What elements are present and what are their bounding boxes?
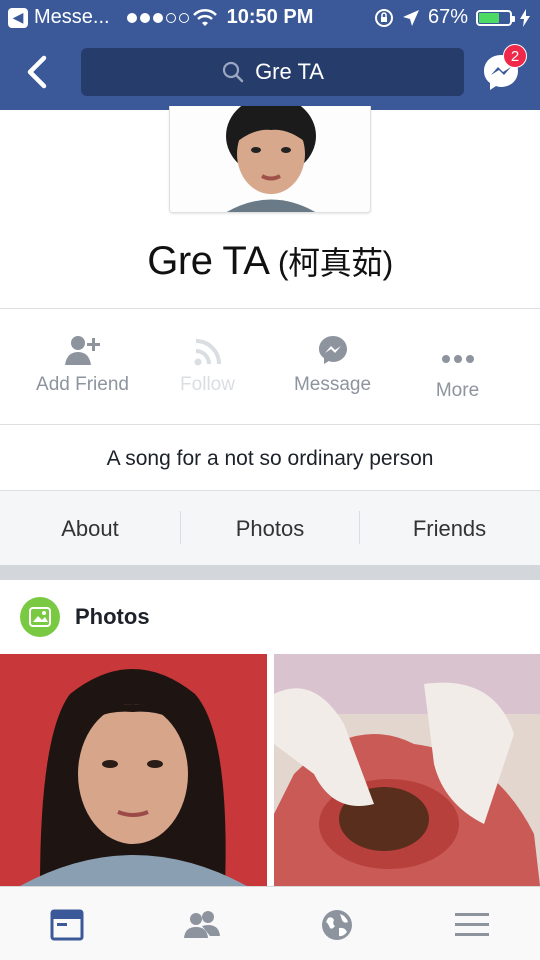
section-gap <box>0 565 540 580</box>
friends-tab[interactable] <box>182 905 222 945</box>
profile-name-cjk: (柯真茹) <box>277 245 393 281</box>
profile-photo-image <box>170 106 370 212</box>
profile-name-latin: Gre TA <box>147 239 268 283</box>
divider <box>0 308 540 309</box>
add-friend-icon <box>64 336 100 365</box>
photos-title: Photos <box>75 604 150 629</box>
back-button[interactable] <box>20 52 56 92</box>
follow-icon <box>194 339 221 366</box>
location-icon <box>402 9 419 26</box>
photo-thumbnail[interactable] <box>0 654 267 886</box>
top-header: ◀ Messe... 10:50 PM 67% Gre TA 2 <box>0 0 540 110</box>
news-feed-tab[interactable] <box>47 905 87 945</box>
more-label: More <box>435 380 480 401</box>
photos-section-header[interactable]: Photos <box>0 580 540 654</box>
profile-name: Gre TA (柯真茹) <box>0 238 540 284</box>
photos-icon <box>20 597 60 637</box>
battery-icon <box>476 9 515 26</box>
bottom-tab-bar <box>0 886 540 960</box>
more-icon <box>441 355 474 363</box>
menu-icon <box>455 913 489 936</box>
profile-tabs: About Photos Friends <box>0 490 540 565</box>
add-friend-label: Add Friend <box>36 374 129 395</box>
add-friend-button[interactable]: Add Friend <box>15 326 150 416</box>
divider <box>0 424 540 425</box>
tab-friends[interactable]: Friends <box>359 491 540 566</box>
notifications-tab[interactable] <box>317 905 357 945</box>
charging-icon <box>520 8 530 27</box>
photo-thumbnail[interactable] <box>274 654 540 886</box>
follow-label: Follow <box>180 374 235 395</box>
rotation-lock-icon <box>374 8 393 27</box>
status-bar: ◀ Messe... 10:50 PM 67% <box>0 0 540 36</box>
battery-percent: 67% <box>427 6 468 28</box>
tab-about[interactable]: About <box>0 491 180 566</box>
profile-actions: Add Friend Follow Message More <box>0 326 540 416</box>
follow-button[interactable]: Follow <box>140 326 275 416</box>
message-button[interactable]: Message <box>265 326 400 416</box>
search-text: Gre TA <box>255 59 324 84</box>
message-label: Message <box>293 374 372 395</box>
search-icon <box>222 61 244 83</box>
messenger-icon <box>318 336 347 364</box>
menu-tab[interactable] <box>452 905 492 945</box>
profile-picture[interactable] <box>169 106 371 213</box>
search-bar[interactable]: Gre TA <box>81 48 464 96</box>
portrait-photo-image <box>0 654 267 886</box>
profile-bio: A song for a not so ordinary person <box>106 447 434 470</box>
tab-photos[interactable]: Photos <box>180 491 360 566</box>
friends-icon <box>184 911 220 938</box>
news-feed-icon <box>50 909 84 941</box>
messenger-badge: 2 <box>503 44 527 68</box>
medical-photo-image <box>274 654 540 886</box>
globe-icon <box>322 910 352 940</box>
more-button[interactable]: More <box>390 326 525 416</box>
